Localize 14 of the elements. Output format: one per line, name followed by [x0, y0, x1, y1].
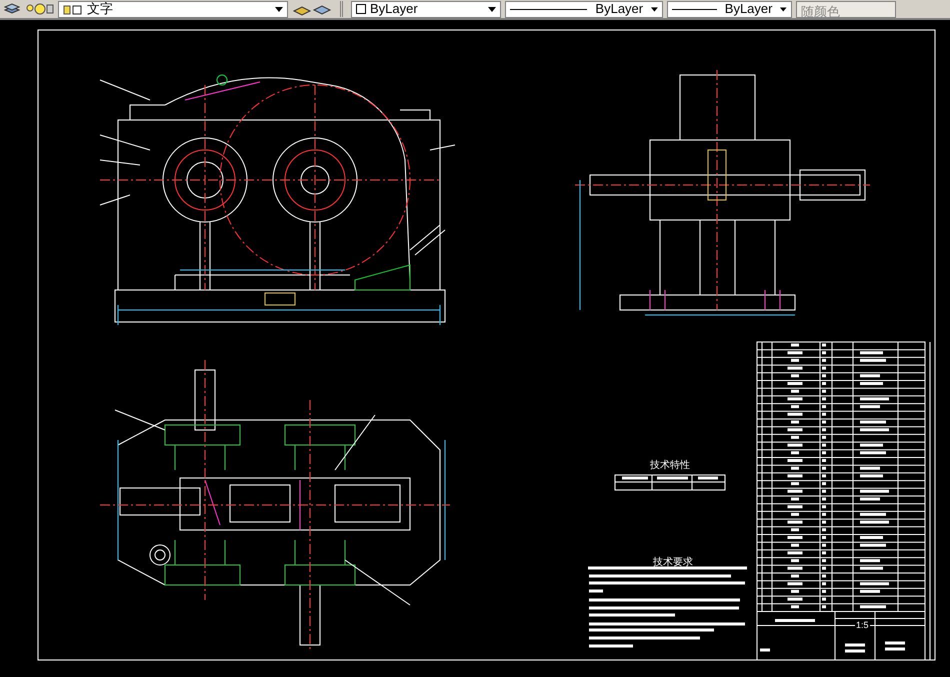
color-dropdown[interactable]: ByLayer — [351, 0, 501, 18]
technical-requirements-title: 技术要求 — [653, 556, 693, 570]
linetype-dropdown[interactable]: ByLayer — [505, 0, 663, 18]
lock-icon — [63, 3, 83, 15]
scale-label: 1:5 — [855, 621, 870, 630]
color-swatch-icon — [356, 4, 366, 14]
layer-dropdown[interactable]: 文字 — [58, 0, 288, 18]
dropdown-arrow-icon — [651, 6, 658, 12]
technical-spec-title: 技术特性 — [650, 458, 690, 473]
dropdown-arrow-icon — [780, 6, 787, 12]
dropdown-arrow-icon — [488, 6, 496, 12]
lineweight-dropdown[interactable]: ByLayer — [667, 0, 792, 18]
dropdown-arrow-icon — [275, 6, 283, 12]
layers-icon[interactable] — [4, 2, 20, 16]
